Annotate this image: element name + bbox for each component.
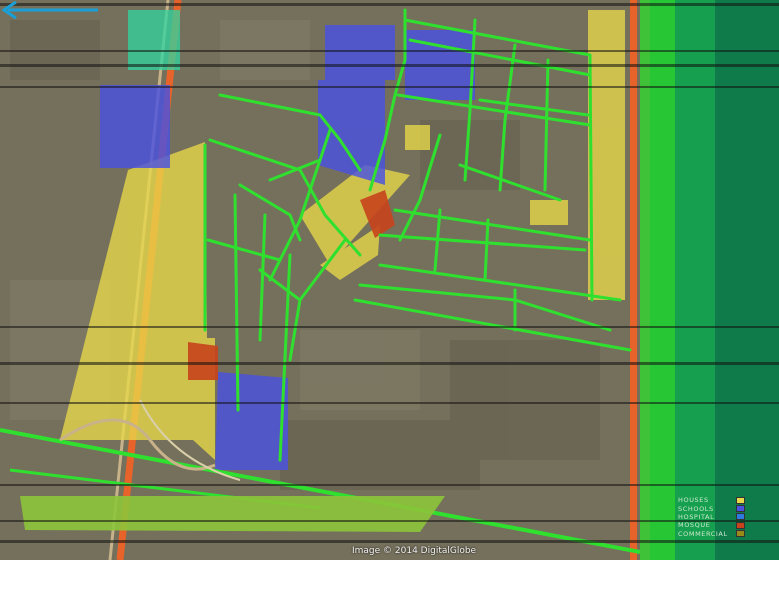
hospital-swatch — [736, 513, 745, 521]
legend-item-commercial: Commercial — [678, 530, 774, 538]
schools-swatch — [736, 505, 745, 513]
coastal-road — [630, 0, 637, 560]
legend-item-hospital: Hospital — [678, 513, 774, 521]
legend-item-schools: Schools — [678, 504, 774, 513]
image-credit: Image © 2014 DigitalGlobe — [352, 546, 477, 556]
legend-label: Mosque — [678, 521, 711, 530]
coastal-green-band-2 — [675, 0, 715, 560]
legend-item-houses: Houses — [678, 496, 774, 504]
commercial-block — [128, 10, 180, 70]
legend-item-mosque: Mosque — [678, 521, 774, 529]
legend-label: Commercial — [678, 529, 728, 538]
direction-arrow-icon — [1, 0, 98, 20]
legend-label: Hospital — [678, 512, 715, 521]
green-ramp-band — [20, 496, 445, 532]
map-overlay — [0, 0, 779, 560]
map-canvas[interactable]: Houses Schools Hospital Mosque Commercia… — [0, 0, 779, 560]
legend-label: Schools — [678, 504, 714, 513]
houses-swatch — [736, 496, 745, 504]
map-legend: Houses Schools Hospital Mosque Commercia… — [678, 496, 774, 540]
mosque-swatch — [736, 521, 745, 529]
legend-label: Houses — [678, 496, 709, 505]
coastal-green-band — [640, 0, 675, 560]
commercial-swatch — [736, 530, 745, 538]
